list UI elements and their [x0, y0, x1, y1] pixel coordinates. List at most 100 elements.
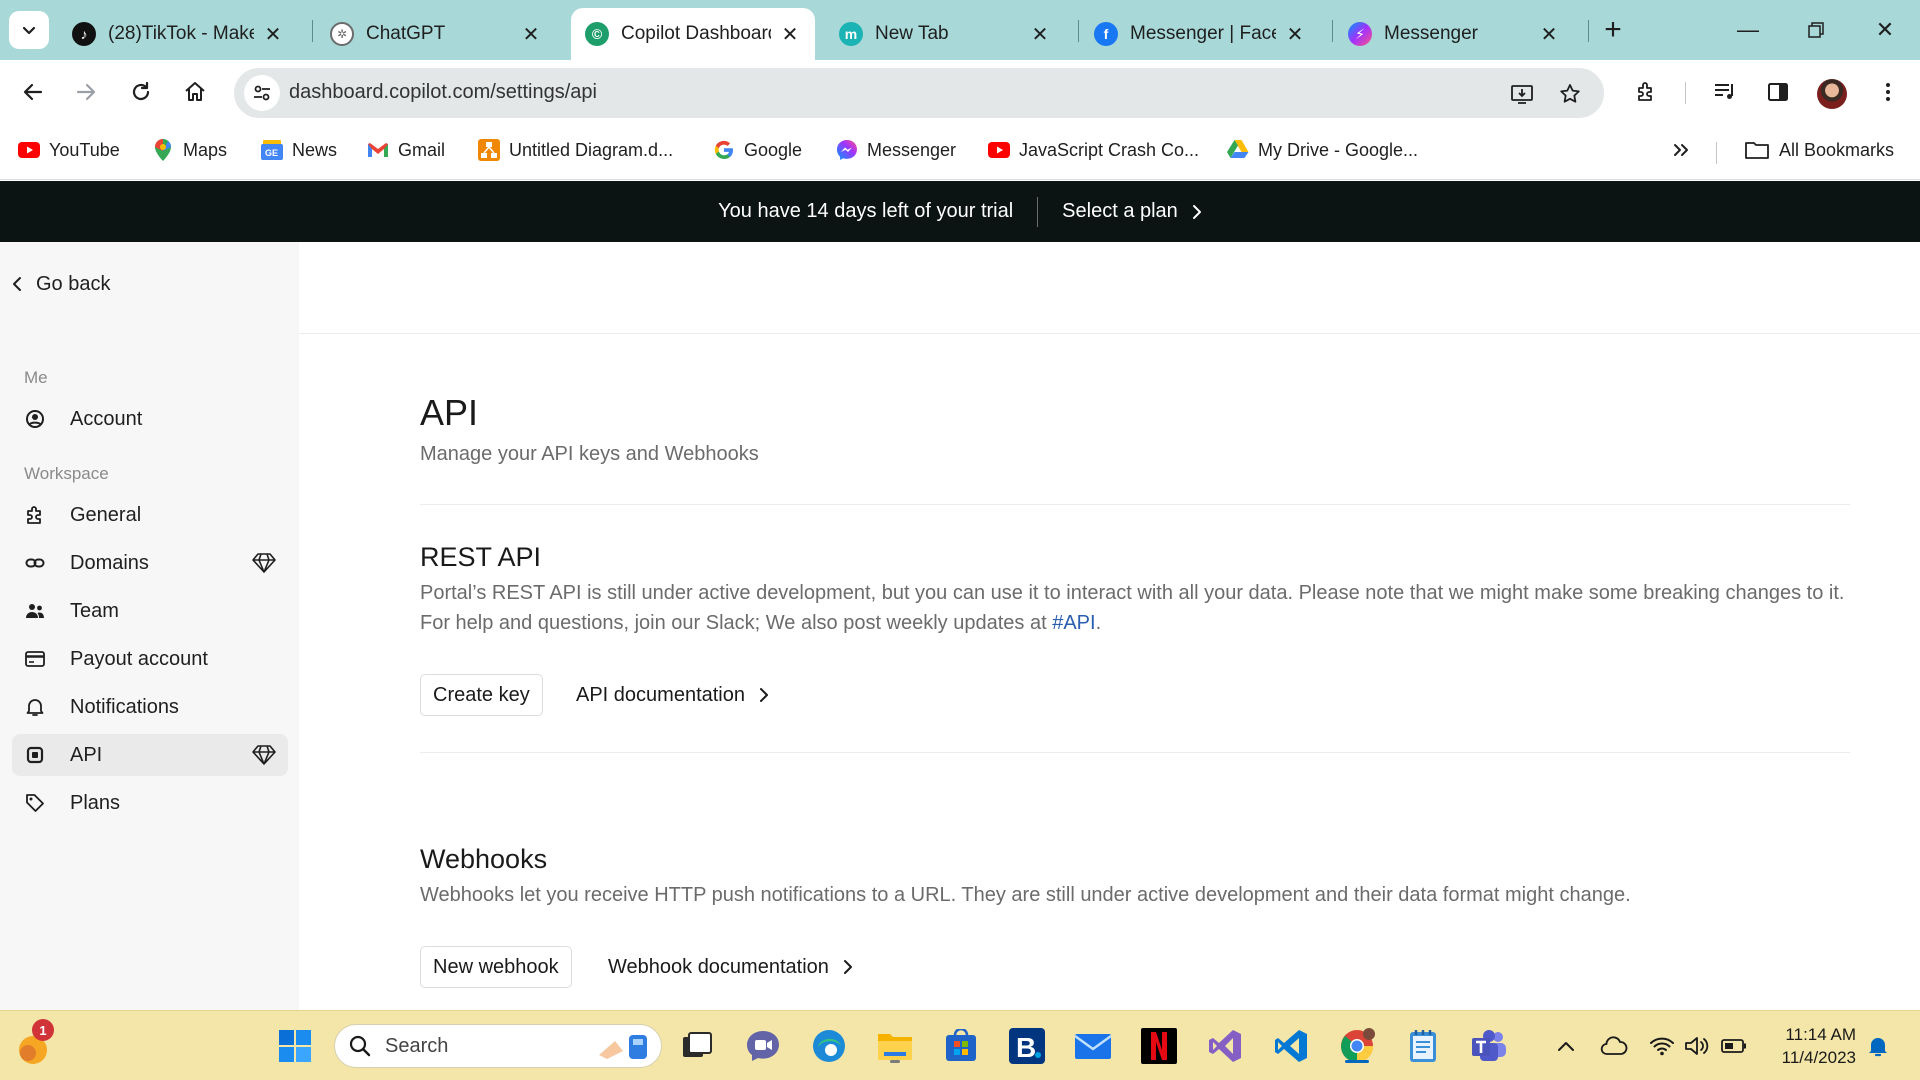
close-icon[interactable]: ✕: [779, 22, 801, 47]
bookmark-my-drive[interactable]: My Drive - Google...: [1227, 137, 1418, 163]
team-icon: [24, 600, 46, 622]
close-icon[interactable]: ✕: [1029, 22, 1051, 47]
sidebar-item-notifications[interactable]: Notifications: [12, 686, 288, 728]
reload-button[interactable]: [121, 72, 161, 112]
tab-messenger[interactable]: ⚡ Messenger ✕: [1334, 8, 1574, 60]
close-icon[interactable]: ✕: [1284, 22, 1306, 47]
tab-copilot-dashboard[interactable]: © Copilot Dashboard ✕: [571, 8, 815, 60]
sidebar-item-domains[interactable]: Domains: [12, 542, 288, 584]
sidebar-item-account[interactable]: Account: [12, 398, 288, 440]
booking-app[interactable]: B: [1006, 1025, 1048, 1067]
api-channel-link[interactable]: #API: [1052, 612, 1095, 634]
media-control-button[interactable]: [1705, 72, 1745, 112]
webhooks-title: Webhooks: [420, 844, 548, 874]
divider: [420, 504, 1850, 505]
diamond-icon: [252, 552, 276, 574]
netflix-app[interactable]: [1138, 1025, 1180, 1067]
tab-tiktok[interactable]: ♪ (28)TikTok - Make ✕: [58, 8, 298, 60]
bookmark-untitled-diagram[interactable]: Untitled Diagram.d...: [478, 137, 673, 163]
home-button[interactable]: [175, 72, 215, 112]
chevron-right-icon: [760, 688, 768, 702]
chrome-app[interactable]: [1336, 1025, 1378, 1067]
side-panel-button[interactable]: [1758, 72, 1798, 112]
create-key-button[interactable]: Create key: [420, 674, 543, 716]
tab-messenger-facebook[interactable]: f Messenger | Facebook ✕: [1080, 8, 1320, 60]
bookmark-messenger[interactable]: Messenger: [836, 137, 956, 163]
sidebar-item-label: Account: [70, 407, 143, 430]
tab-search-button[interactable]: [9, 11, 49, 49]
bookmark-news[interactable]: GE News: [261, 137, 337, 163]
restore-button[interactable]: [1796, 10, 1836, 50]
battery-tray-icon[interactable]: [1720, 1033, 1748, 1059]
task-view-button[interactable]: [676, 1025, 718, 1067]
visual-studio-app[interactable]: [1204, 1025, 1246, 1067]
notification-center-button[interactable]: [1864, 1033, 1892, 1059]
clock-time: 11:14 AM: [1785, 1025, 1856, 1044]
site-info-button[interactable]: [244, 75, 280, 111]
bookmark-javascript-crash-course[interactable]: JavaScript Crash Co...: [988, 137, 1199, 163]
tab-new-tab[interactable]: m New Tab ✕: [825, 8, 1065, 60]
close-icon[interactable]: ✕: [262, 22, 284, 47]
puzzle-icon: [1638, 82, 1652, 101]
onedrive-tray-icon[interactable]: [1600, 1033, 1628, 1059]
profile-avatar[interactable]: [1817, 79, 1847, 109]
go-back-link[interactable]: Go back: [12, 266, 110, 302]
sidebar-item-api[interactable]: API: [12, 734, 288, 776]
booking-icon: B: [1009, 1028, 1045, 1064]
microsoft-store-app[interactable]: [940, 1025, 982, 1067]
wifi-icon: [1650, 1037, 1674, 1056]
api-documentation-link[interactable]: API documentation: [576, 674, 769, 716]
bookmark-google[interactable]: Google: [713, 137, 802, 163]
teams-chat-app[interactable]: [742, 1025, 784, 1067]
select-plan-link[interactable]: Select a plan: [1062, 200, 1202, 223]
sidebar-item-team[interactable]: Team: [12, 590, 288, 632]
notepad-app[interactable]: [1402, 1025, 1444, 1067]
back-button[interactable]: [13, 72, 53, 112]
teams-app[interactable]: [1468, 1025, 1510, 1067]
minimize-button[interactable]: —: [1728, 10, 1768, 50]
url-text: dashboard.copilot.com/settings/api: [289, 81, 597, 103]
sidebar-item-label: Notifications: [70, 695, 179, 718]
file-explorer-app[interactable]: [874, 1025, 916, 1067]
close-window-button[interactable]: ✕: [1865, 10, 1905, 50]
start-button[interactable]: [274, 1025, 316, 1067]
taskbar-search[interactable]: Search: [334, 1024, 662, 1068]
tab-chatgpt[interactable]: ✲ ChatGPT ✕: [316, 8, 556, 60]
all-bookmarks-button[interactable]: All Bookmarks: [1744, 137, 1894, 163]
bookmark-maps[interactable]: Maps: [152, 137, 227, 163]
browser-menu-button[interactable]: [1868, 72, 1908, 112]
sidebar-item-general[interactable]: General: [12, 494, 288, 536]
webhook-documentation-link[interactable]: Webhook documentation: [608, 946, 853, 988]
new-tab-button[interactable]: +: [1596, 14, 1630, 48]
mail-app[interactable]: [1072, 1025, 1114, 1067]
divider: [420, 752, 1850, 753]
system-clock[interactable]: 11:14 AM 11/4/2023: [1768, 1023, 1856, 1069]
card-icon: [24, 648, 46, 670]
address-bar[interactable]: dashboard.copilot.com/settings/api: [234, 68, 1604, 118]
bookmark-gmail[interactable]: Gmail: [367, 137, 445, 163]
vscode-icon: [1275, 1030, 1307, 1062]
bookmark-youtube[interactable]: YouTube: [18, 137, 120, 163]
youtube-icon: [988, 140, 1010, 160]
extensions-button[interactable]: [1626, 72, 1666, 112]
sidebar-item-plans[interactable]: Plans: [12, 782, 288, 824]
edge-app[interactable]: [808, 1025, 850, 1067]
more-vert-icon: [1886, 83, 1890, 101]
google-icon: [713, 140, 735, 160]
volume-tray-icon[interactable]: [1684, 1033, 1712, 1059]
bookmark-label: Untitled Diagram.d...: [509, 139, 674, 160]
sidebar-item-payout-account[interactable]: Payout account: [12, 638, 288, 680]
netflix-icon: [1141, 1028, 1177, 1064]
section-label-me: Me: [24, 368, 48, 387]
search-highlight-icon: [599, 1035, 647, 1059]
wifi-tray-icon[interactable]: [1648, 1033, 1676, 1059]
show-hidden-icons-button[interactable]: [1552, 1033, 1580, 1059]
vscode-app[interactable]: [1270, 1025, 1312, 1067]
bookmark-star-button[interactable]: [1554, 78, 1586, 110]
install-app-button[interactable]: [1506, 78, 1538, 110]
close-icon[interactable]: ✕: [1538, 22, 1560, 47]
close-icon[interactable]: ✕: [520, 22, 542, 47]
more-bookmarks-button[interactable]: [1672, 137, 1690, 163]
forward-button[interactable]: [66, 72, 106, 112]
new-webhook-button[interactable]: New webhook: [420, 946, 572, 988]
